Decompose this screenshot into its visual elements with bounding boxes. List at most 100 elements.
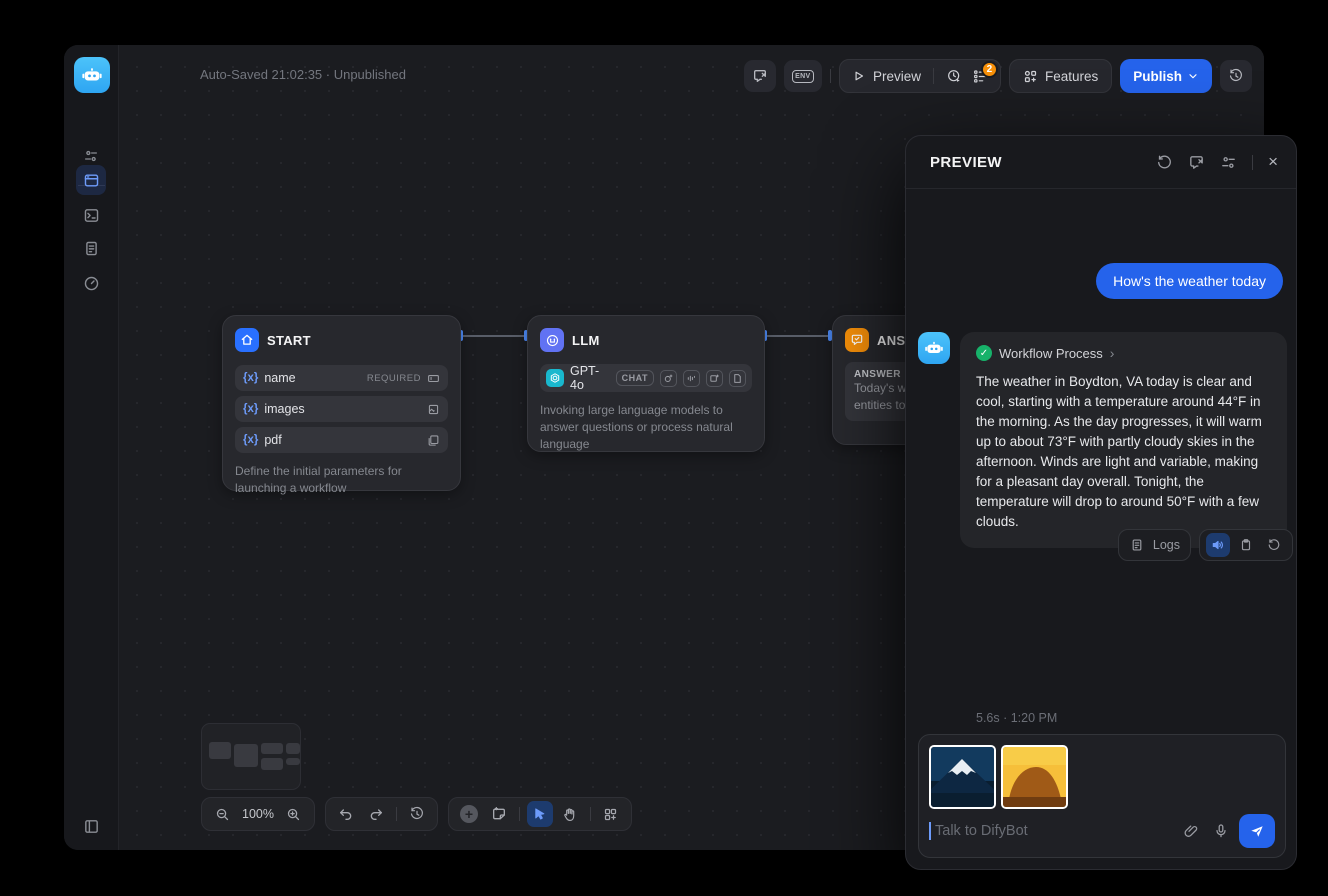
preview-panel: PREVIEW — [905, 135, 1297, 870]
features-label: Features — [1045, 69, 1098, 84]
zoom-out-button[interactable] — [209, 801, 235, 827]
topbar-divider — [830, 69, 831, 83]
chevron-right-icon: › — [1110, 345, 1115, 361]
image-capability-icon — [706, 370, 723, 387]
attach-file-button[interactable] — [1183, 823, 1199, 839]
attachment-mountain-sunset[interactable] — [1001, 745, 1068, 809]
chat-area: How's the weather today ✓ Workflow Proce… — [906, 189, 1296, 869]
chat-x-icon — [752, 68, 768, 84]
robot-icon — [924, 338, 944, 358]
chat-input-row — [929, 813, 1275, 849]
sidebar-item-api[interactable] — [76, 200, 106, 230]
node-llm[interactable]: LLM GPT-4o CHAT — [527, 315, 765, 452]
run-controls-group: Preview — [839, 59, 1001, 93]
node-start-title: START — [267, 333, 311, 348]
pointer-mode-button[interactable] — [527, 801, 553, 827]
success-check-icon: ✓ — [976, 345, 992, 361]
message-tools-pill — [1199, 529, 1293, 561]
llm-model-row[interactable]: GPT-4o CHAT — [540, 364, 752, 392]
version-history-button[interactable] — [1220, 60, 1252, 92]
screen: Auto-Saved 21:02:35 · Unpublished ENV — [0, 0, 1328, 896]
canvas-toolbar: 100% — [201, 797, 632, 831]
topbar-actions: ENV Preview — [744, 59, 1252, 93]
panel-left-icon — [83, 818, 100, 835]
conversation-clear-button[interactable] — [744, 60, 776, 92]
document-type-icon — [427, 434, 440, 447]
node-start-header: START — [223, 316, 460, 360]
sliders-icon — [83, 148, 99, 164]
plus-icon: + — [460, 805, 478, 823]
history-icon — [1228, 68, 1244, 84]
node-llm-title: LLM — [572, 333, 600, 348]
node-start-description: Define the initial parameters for launch… — [223, 453, 460, 509]
openai-icon — [546, 369, 564, 387]
window-icon — [83, 172, 100, 189]
preview-label: Preview — [873, 69, 921, 84]
undo-button[interactable] — [333, 801, 359, 827]
sidebar-item-monitoring[interactable] — [76, 268, 106, 298]
message-actions: Logs — [1118, 529, 1293, 561]
preview-title: PREVIEW — [930, 154, 1156, 171]
add-note-button[interactable] — [486, 801, 512, 827]
start-var-pdf[interactable]: {x} pdf — [235, 427, 448, 453]
history-group — [325, 797, 438, 831]
run-history-button[interactable] — [946, 68, 962, 84]
zoom-group: 100% — [201, 797, 315, 831]
node-llm-header: LLM — [528, 316, 764, 360]
clear-conversation-button[interactable] — [1188, 154, 1205, 171]
env-variables-button[interactable]: ENV — [784, 60, 822, 92]
conversation-settings-button[interactable] — [1220, 154, 1237, 171]
gauge-icon — [83, 275, 100, 292]
canvas-minimap[interactable] — [201, 723, 301, 790]
robot-icon — [81, 64, 103, 86]
audio-capability-icon — [683, 370, 700, 387]
zoom-level[interactable]: 100% — [239, 807, 277, 821]
voice-input-button[interactable] — [1213, 823, 1229, 839]
chat-mode-badge: CHAT — [616, 370, 654, 386]
publish-button[interactable]: Publish — [1120, 59, 1212, 93]
autosave-status: Auto-Saved 21:02:35 · Unpublished — [200, 67, 406, 82]
workflow-process-toggle[interactable]: ✓ Workflow Process › — [976, 345, 1271, 361]
close-preview-button[interactable]: × — [1268, 152, 1278, 172]
logs-pill[interactable]: Logs — [1118, 529, 1191, 561]
logs-icon — [1125, 533, 1149, 557]
chat-input[interactable] — [935, 823, 1183, 839]
zoom-in-button[interactable] — [281, 801, 307, 827]
attachment-mountain-night[interactable] — [929, 745, 996, 809]
change-history-button[interactable] — [404, 801, 430, 827]
start-var-images[interactable]: {x} images — [235, 396, 448, 422]
edge-start-llm — [463, 335, 527, 337]
variable-icon: {x} — [243, 434, 258, 446]
app-logo[interactable] — [74, 57, 110, 93]
logs-label: Logs — [1153, 538, 1184, 552]
text-input-type-icon — [427, 372, 440, 385]
model-name: GPT-4o — [570, 364, 610, 392]
bot-avatar — [918, 332, 950, 364]
preview-run-button[interactable]: Preview — [840, 69, 933, 84]
image-type-icon — [427, 403, 440, 416]
tools-group: + — [448, 797, 632, 831]
node-start[interactable]: START {x} name REQUIRED {x} images — [222, 315, 461, 491]
features-button[interactable]: Features — [1009, 59, 1112, 93]
start-var-name[interactable]: {x} name REQUIRED — [235, 365, 448, 391]
clock-play-icon — [946, 68, 962, 84]
run-history-checklist: 2 — [934, 68, 1000, 84]
edge-llm-answer — [767, 335, 831, 337]
text-to-speech-button[interactable] — [1206, 533, 1230, 557]
sidebar-item-orchestrate[interactable] — [76, 165, 106, 195]
bot-message-text: The weather in Boydton, VA today is clea… — [976, 372, 1271, 532]
send-button[interactable] — [1239, 814, 1275, 848]
organize-nodes-button[interactable] — [598, 801, 624, 827]
hand-mode-button[interactable] — [557, 801, 583, 827]
restart-conversation-button[interactable] — [1156, 154, 1173, 171]
checklist-count-badge: 2 — [981, 61, 998, 78]
publish-label: Publish — [1133, 69, 1182, 84]
sidebar-item-logs[interactable] — [76, 233, 106, 263]
regenerate-button[interactable] — [1262, 533, 1286, 557]
left-sidebar — [64, 45, 119, 850]
copy-button[interactable] — [1234, 533, 1258, 557]
add-node-button[interactable]: + — [456, 801, 482, 827]
collapse-sidebar-icon[interactable] — [76, 811, 106, 841]
features-icon — [1023, 69, 1038, 84]
redo-button[interactable] — [363, 801, 389, 827]
